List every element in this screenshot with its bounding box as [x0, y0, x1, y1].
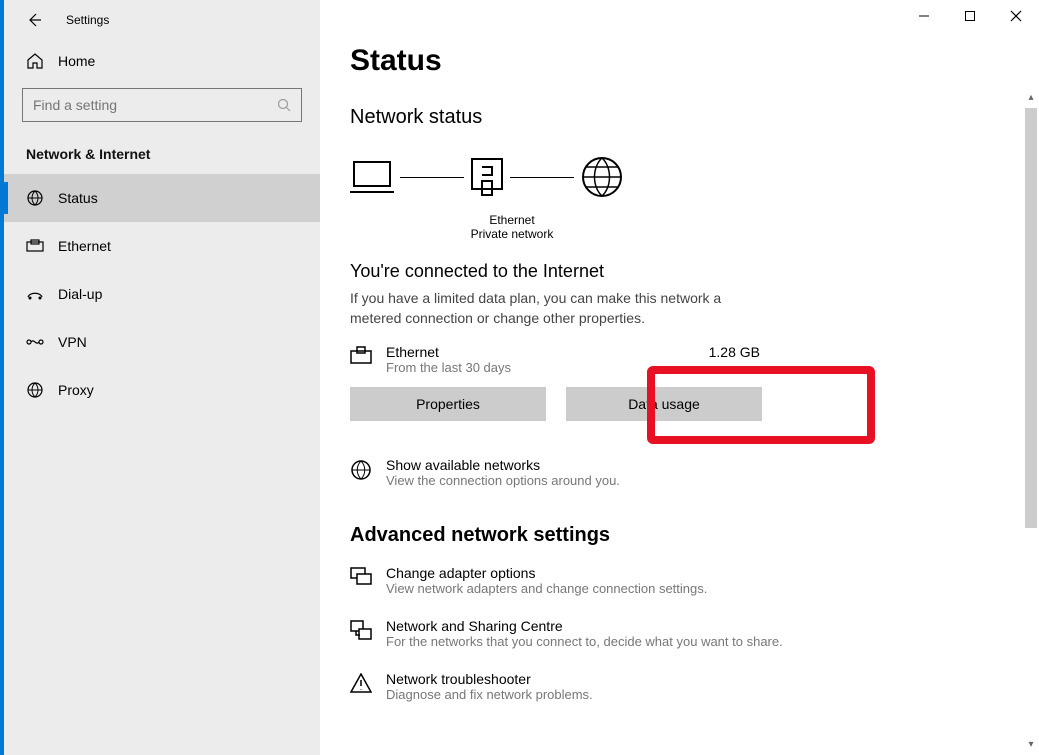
home-icon	[26, 52, 50, 70]
link-desc: Diagnose and fix network problems.	[386, 687, 593, 702]
network-status-heading: Network status	[350, 106, 1000, 129]
sidebar-item-label: VPN	[58, 334, 87, 350]
home-label: Home	[58, 53, 95, 69]
status-icon	[26, 189, 50, 207]
sidebar: Settings Home Network & Internet Status	[4, 0, 320, 755]
warning-icon	[350, 671, 386, 693]
ethernet-icon	[26, 239, 50, 253]
link-title: Change adapter options	[386, 565, 707, 581]
sidebar-item-dialup[interactable]: Dial-up	[4, 270, 320, 318]
connected-title: You're connected to the Internet	[350, 261, 1000, 282]
network-sub: From the last 30 days	[386, 360, 670, 375]
maximize-button[interactable]	[947, 0, 993, 32]
content-area: ▴ ▾ Status Network status	[320, 0, 1039, 755]
link-title: Show available networks	[386, 457, 620, 473]
network-row: Ethernet From the last 30 days 1.28 GB	[350, 344, 760, 375]
link-title: Network and Sharing Centre	[386, 618, 783, 634]
advanced-heading: Advanced network settings	[350, 524, 1000, 547]
connected-description: If you have a limited data plan, you can…	[350, 288, 750, 328]
dialup-icon	[26, 287, 50, 301]
globe-icon	[350, 457, 386, 481]
minimize-button[interactable]	[901, 0, 947, 32]
search-icon	[277, 98, 291, 112]
link-title: Network troubleshooter	[386, 671, 593, 687]
network-sharing-centre[interactable]: Network and Sharing Centre For the netwo…	[350, 618, 1000, 649]
vpn-icon	[26, 336, 50, 348]
close-button[interactable]	[993, 0, 1039, 32]
search-box[interactable]	[22, 88, 302, 122]
diagram-label-top: Ethernet	[462, 213, 562, 227]
sidebar-item-home[interactable]: Home	[4, 40, 320, 82]
change-adapter-options[interactable]: Change adapter options View network adap…	[350, 565, 1000, 596]
network-troubleshooter[interactable]: Network troubleshooter Diagnose and fix …	[350, 671, 1000, 702]
ethernet-icon	[350, 344, 386, 366]
properties-button[interactable]: Properties	[350, 387, 546, 421]
diagram-label-bottom: Private network	[462, 227, 562, 241]
proxy-icon	[26, 381, 50, 399]
network-diagram	[350, 147, 1000, 207]
link-desc: View the connection options around you.	[386, 473, 620, 488]
sidebar-item-label: Status	[58, 190, 98, 206]
sidebar-item-label: Ethernet	[58, 238, 111, 254]
page-title: Status	[350, 44, 1000, 78]
sidebar-group-title: Network & Internet	[4, 122, 320, 174]
scroll-track[interactable]	[1023, 108, 1039, 739]
sidebar-item-label: Proxy	[58, 382, 94, 398]
adapter-icon	[350, 565, 386, 587]
show-available-networks[interactable]: Show available networks View the connect…	[350, 457, 1000, 488]
sidebar-item-vpn[interactable]: VPN	[4, 318, 320, 366]
sidebar-item-proxy[interactable]: Proxy	[4, 366, 320, 414]
scrollbar[interactable]: ▴ ▾	[1023, 92, 1039, 755]
scroll-thumb[interactable]	[1025, 108, 1037, 528]
sidebar-item-status[interactable]: Status	[4, 174, 320, 222]
scroll-down-button[interactable]: ▾	[1028, 739, 1033, 755]
link-desc: View network adapters and change connect…	[386, 581, 707, 596]
scroll-up-button[interactable]: ▴	[1028, 92, 1033, 108]
network-name: Ethernet	[386, 344, 670, 360]
link-desc: For the networks that you connect to, de…	[386, 634, 783, 649]
computer-icon	[350, 158, 394, 196]
data-usage-button[interactable]: Data usage	[566, 387, 762, 421]
sharing-icon	[350, 618, 386, 642]
router-icon	[470, 157, 504, 197]
search-input[interactable]	[33, 97, 277, 113]
back-button[interactable]	[26, 12, 46, 28]
window-title: Settings	[66, 13, 109, 27]
globe-icon	[580, 155, 624, 199]
network-usage: 1.28 GB	[670, 344, 760, 360]
sidebar-item-ethernet[interactable]: Ethernet	[4, 222, 320, 270]
sidebar-item-label: Dial-up	[58, 286, 102, 302]
